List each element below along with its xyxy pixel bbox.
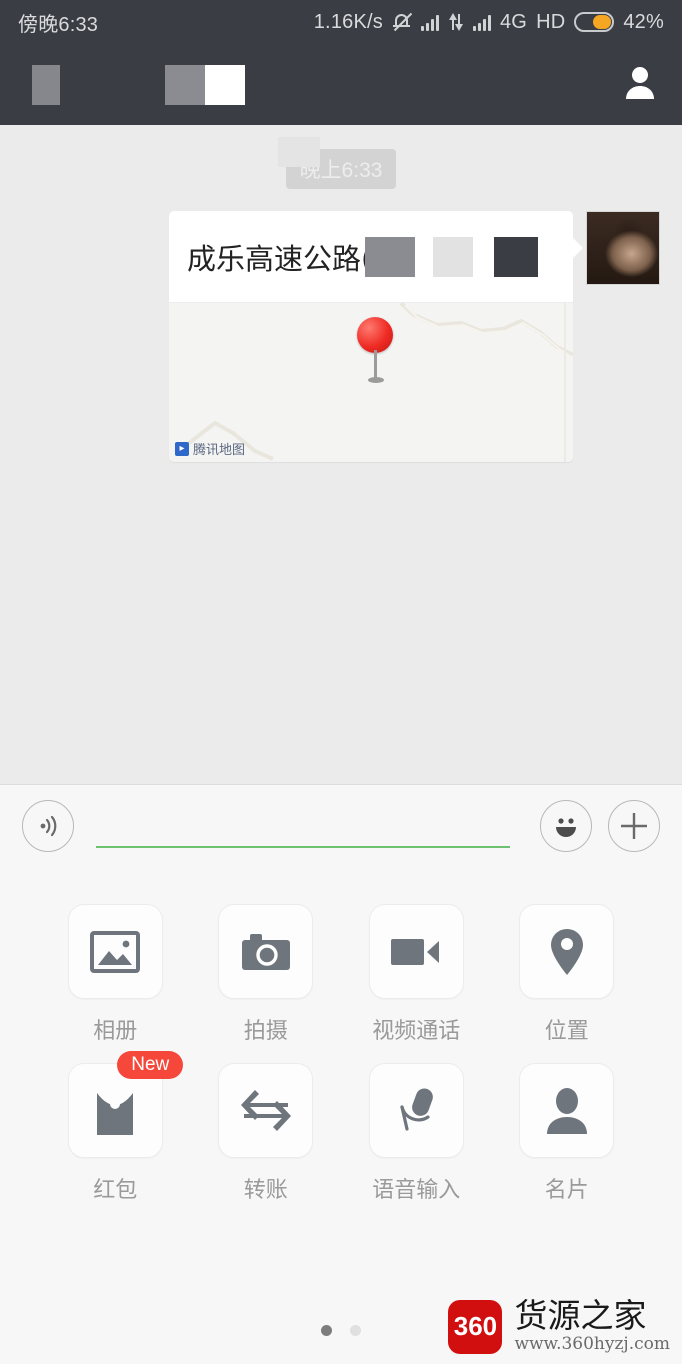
bell-off-icon xyxy=(392,11,413,33)
map-preview[interactable]: ▸ 腾讯地图 xyxy=(169,303,573,462)
message-timestamp: 晚上6:33 xyxy=(277,137,397,189)
transfer-tile[interactable] xyxy=(218,1063,314,1158)
avatar[interactable] xyxy=(586,211,660,285)
attachment-label: 语音输入 xyxy=(372,1178,461,1203)
photo-album-icon xyxy=(90,930,141,973)
attachment-item-red-packet[interactable]: New 红包 xyxy=(40,1051,191,1204)
attachment-item-camera[interactable]: 拍摄 xyxy=(191,904,342,1045)
photo-album-tile[interactable] xyxy=(67,904,163,999)
attachment-item-transfer[interactable]: 转账 xyxy=(191,1063,342,1204)
watermark-text: 货源之家 www.360hyzj.com xyxy=(514,1299,670,1354)
map-watermark: ▸ 腾讯地图 xyxy=(175,439,245,458)
location-tile[interactable] xyxy=(519,904,615,999)
status-bar-time: 傍晚6:33 xyxy=(18,13,99,36)
attachment-label: 视频通话 xyxy=(372,1019,461,1044)
location-redacted-block-1 xyxy=(365,237,415,277)
camera-icon xyxy=(241,933,290,970)
person-icon[interactable] xyxy=(620,62,660,107)
watermark-logo: 360 xyxy=(448,1299,503,1354)
title-redacted-block-a xyxy=(165,64,205,105)
attachment-item-contact-card[interactable]: 名片 xyxy=(492,1063,643,1204)
input-caret-line xyxy=(96,845,510,848)
transfer-icon xyxy=(240,1089,291,1131)
network-type-label: 4G xyxy=(499,10,528,33)
attachment-label: 位置 xyxy=(544,1019,589,1044)
hd-label: HD xyxy=(536,10,566,33)
status-bar-indicators: 1.16K/s 4G HD 42% xyxy=(314,11,664,34)
watermark-url: www.360hyzj.com xyxy=(514,1334,670,1354)
network-speed-label: 1.16K/s xyxy=(313,10,383,33)
status-bar: 傍晚6:33 1.16K/s 4G HD 42% xyxy=(0,0,682,44)
timestamp-row: 晚上6:33 xyxy=(0,125,682,189)
attachment-item-album[interactable]: 相册 xyxy=(40,904,191,1045)
attachment-label: 相册 xyxy=(93,1019,138,1044)
nav-bar xyxy=(0,44,682,125)
map-watermark-label: 腾讯地图 xyxy=(193,443,246,458)
attachment-label: 名片 xyxy=(544,1178,589,1203)
contact-card-icon xyxy=(546,1087,587,1134)
message-row: 成乐高速公路( ▸ 腾讯地图 xyxy=(0,189,682,462)
data-transfer-icon xyxy=(448,13,464,31)
page-dot-2[interactable] xyxy=(350,1325,361,1336)
back-button-redacted[interactable] xyxy=(32,64,60,105)
location-message-bubble[interactable]: 成乐高速公路( ▸ 腾讯地图 xyxy=(169,211,583,462)
voice-input-icon[interactable] xyxy=(22,799,74,852)
location-redacted-block-3 xyxy=(494,237,538,277)
microphone-icon xyxy=(400,1088,434,1131)
timestamp-redacted-block xyxy=(277,137,320,167)
attachment-item-video-call[interactable]: 视频通话 xyxy=(341,904,492,1045)
video-call-tile[interactable] xyxy=(368,904,464,999)
video-call-icon xyxy=(391,938,440,965)
contact-card-tile[interactable] xyxy=(519,1063,615,1158)
location-redacted-block-2 xyxy=(433,237,473,277)
signal-bars-icon-2 xyxy=(472,13,491,31)
attachment-label: 红包 xyxy=(93,1178,138,1203)
attachment-label: 转账 xyxy=(243,1178,288,1203)
location-title-row: 成乐高速公路( xyxy=(169,211,573,303)
location-title: 成乐高速公路( xyxy=(187,241,373,276)
chat-area: 晚上6:33 成乐高速公路(▸ 腾讯地图 xyxy=(0,125,682,784)
attachment-item-voice-input[interactable]: 语音输入 xyxy=(341,1063,492,1204)
emoji-icon[interactable] xyxy=(540,799,592,852)
site-watermark: 360 货源之家 www.360hyzj.com xyxy=(448,1299,670,1354)
input-bar xyxy=(0,784,682,866)
signal-bars-icon xyxy=(420,13,439,31)
attachment-label: 拍摄 xyxy=(243,1019,288,1044)
plus-icon[interactable] xyxy=(608,799,660,852)
battery-percent-label: 42% xyxy=(623,10,664,33)
title-redacted-block-b xyxy=(205,64,245,105)
red-packet-icon xyxy=(97,1086,134,1135)
location-pin-icon xyxy=(357,317,397,385)
location-pin-icon xyxy=(550,928,583,975)
tencent-map-logo: ▸ xyxy=(175,441,189,456)
voice-input-tile[interactable] xyxy=(368,1063,464,1158)
battery-icon xyxy=(574,12,615,32)
attachment-item-location[interactable]: 位置 xyxy=(492,904,643,1045)
attachment-panel: 相册 拍摄 视频通话 位置 New 红包 转账 语音输入 名片 360 货源之家… xyxy=(0,866,682,1364)
attachment-grid: 相册 拍摄 视频通话 位置 New 红包 转账 语音输入 名片 xyxy=(0,866,682,1204)
page-dot-1[interactable] xyxy=(321,1325,332,1336)
new-badge: New xyxy=(117,1051,184,1079)
watermark-site-name: 货源之家 xyxy=(514,1296,647,1336)
camera-tile[interactable] xyxy=(218,904,314,999)
message-input[interactable] xyxy=(90,800,524,852)
